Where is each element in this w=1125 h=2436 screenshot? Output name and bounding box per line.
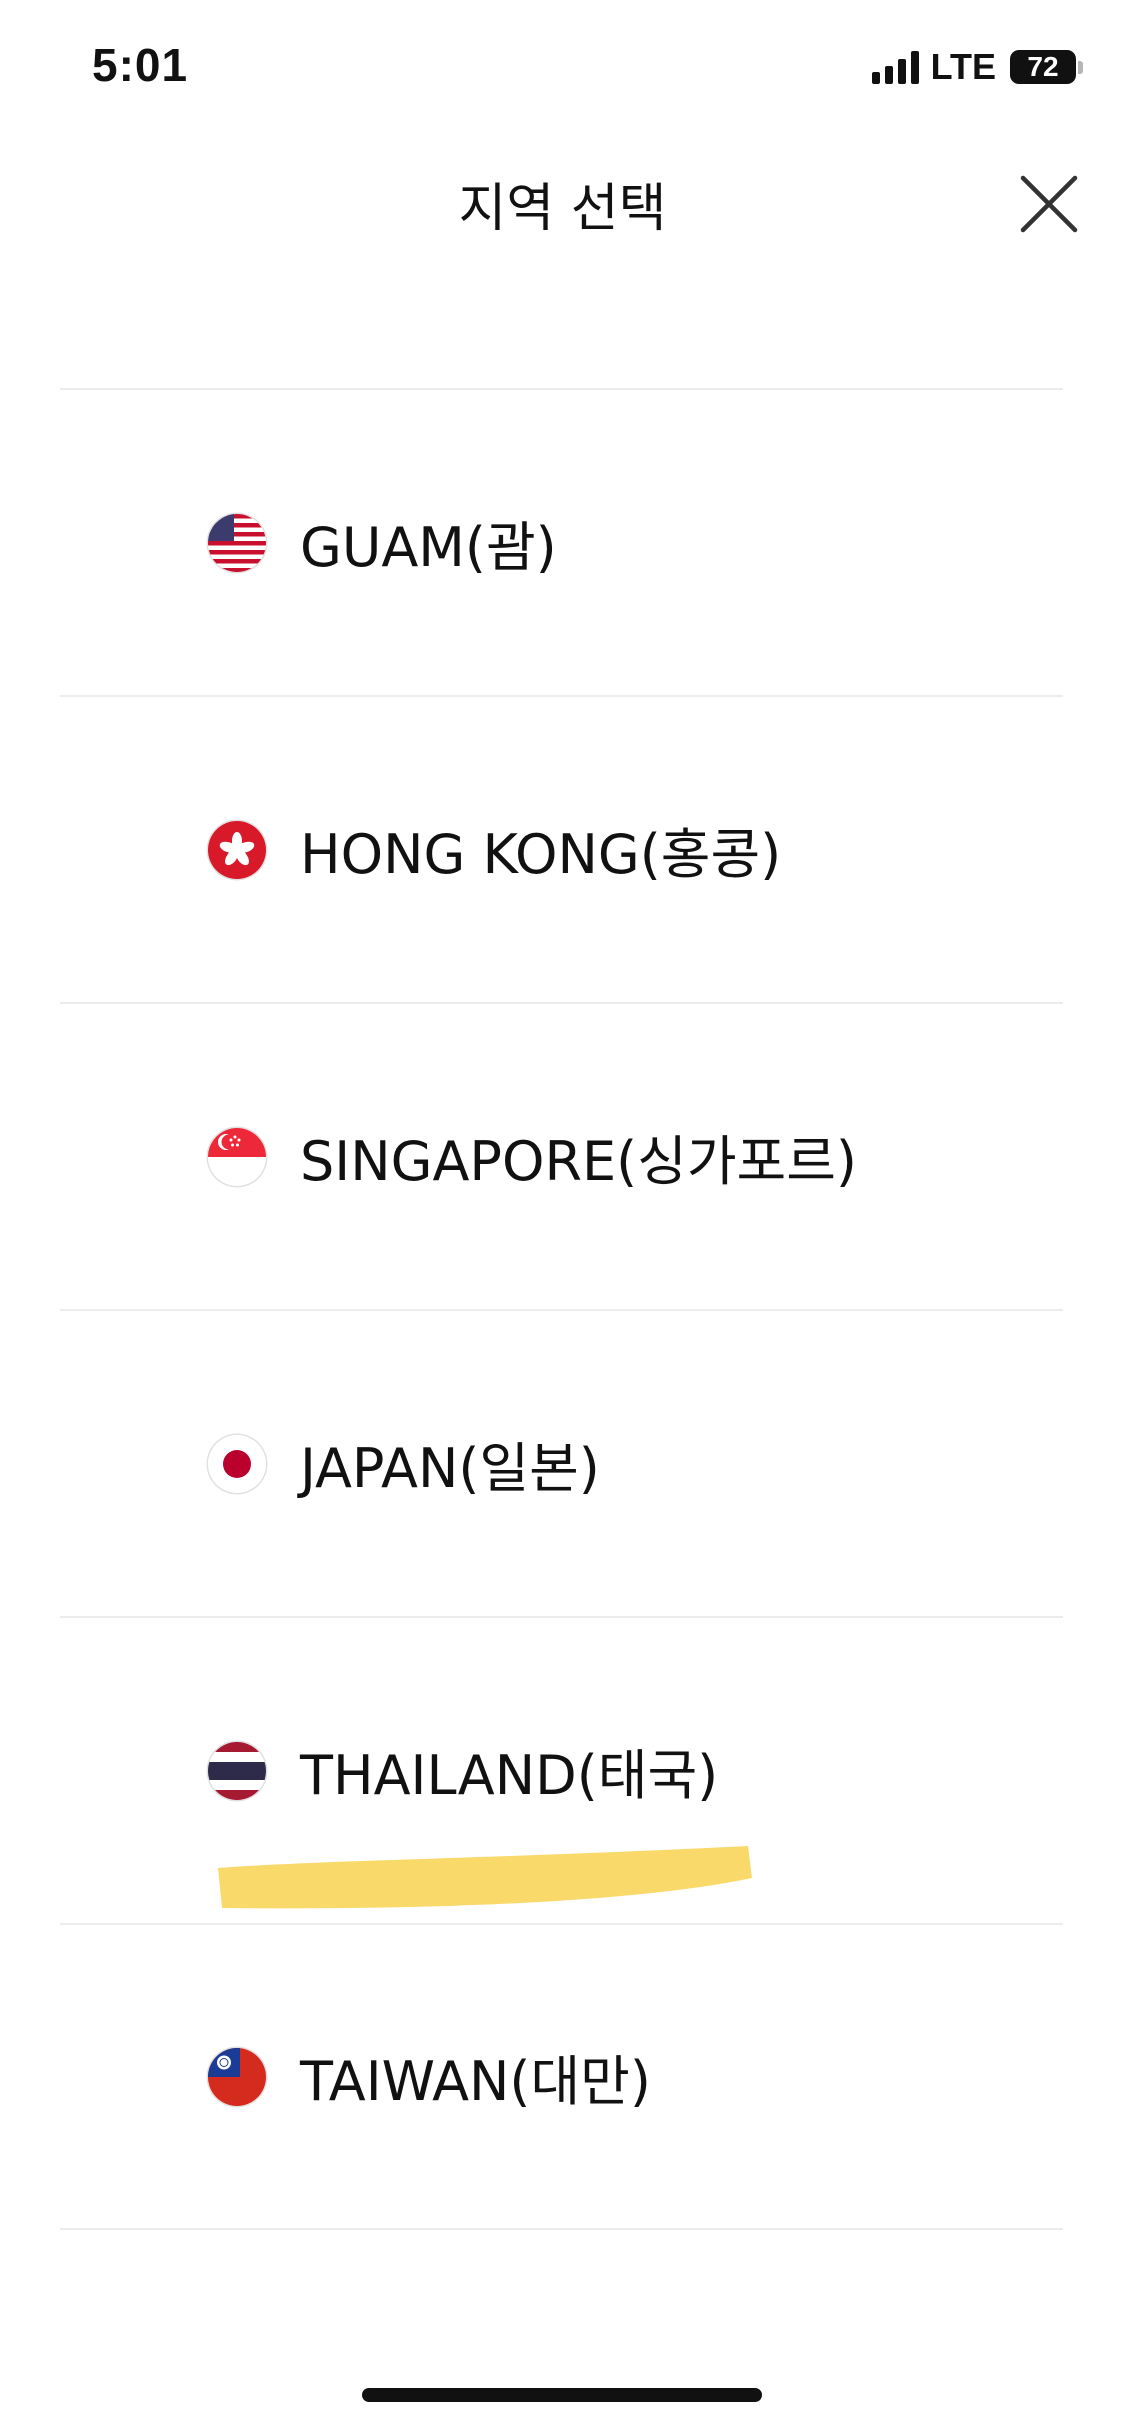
status-time: 5:01 <box>92 39 189 91</box>
th-flag-icon <box>208 1741 266 1800</box>
clipped-list-item <box>420 258 730 272</box>
region-label: SINGAPORE(싱가포르) <box>300 1130 857 1193</box>
us-flag-icon <box>208 513 266 572</box>
sg-flag-icon <box>208 1127 266 1186</box>
page-title: 지역 선택 <box>458 179 667 239</box>
close-button[interactable] <box>1009 164 1089 244</box>
region-label: JAPAN(일본) <box>300 1437 600 1500</box>
region-label: HONG KONG(홍콩) <box>300 823 782 886</box>
tw-flag-icon <box>208 2047 266 2106</box>
region-select-screen: 5:01 LTE 72 지역 선택 GUAM(괌) HONG KONG(홍콩) … <box>0 0 1125 2436</box>
battery-icon: 72 <box>1010 50 1076 84</box>
region-item-japan[interactable]: JAPAN(일본) <box>60 1309 1063 1616</box>
region-label: THAILAND(태국) <box>300 1744 719 1807</box>
highlighter-mark <box>218 1846 752 1909</box>
region-item-singapore[interactable]: SINGAPORE(싱가포르) <box>60 1002 1063 1309</box>
region-label: TAIWAN(대만) <box>300 2050 651 2113</box>
hk-flag-icon <box>208 820 266 879</box>
region-list: GUAM(괌) HONG KONG(홍콩) SINGAPORE(싱가포르) JA… <box>60 388 1063 2230</box>
region-item-guam[interactable]: GUAM(괌) <box>60 388 1063 695</box>
header: 지역 선택 <box>0 140 1125 260</box>
close-icon <box>1020 175 1078 233</box>
cellular-signal-icon <box>871 50 919 84</box>
region-label: GUAM(괌) <box>300 516 557 579</box>
jp-flag-icon <box>208 1434 266 1493</box>
status-bar: 5:01 LTE 72 <box>0 0 1125 130</box>
region-item-taiwan[interactable]: TAIWAN(대만) <box>60 1923 1063 2230</box>
battery-level: 72 <box>1027 51 1059 82</box>
status-indicators: LTE 72 <box>871 46 1083 88</box>
region-item-hong-kong[interactable]: HONG KONG(홍콩) <box>60 695 1063 1002</box>
battery-tip <box>1078 60 1083 74</box>
network-type: LTE <box>930 46 996 87</box>
home-indicator[interactable] <box>362 2388 762 2402</box>
